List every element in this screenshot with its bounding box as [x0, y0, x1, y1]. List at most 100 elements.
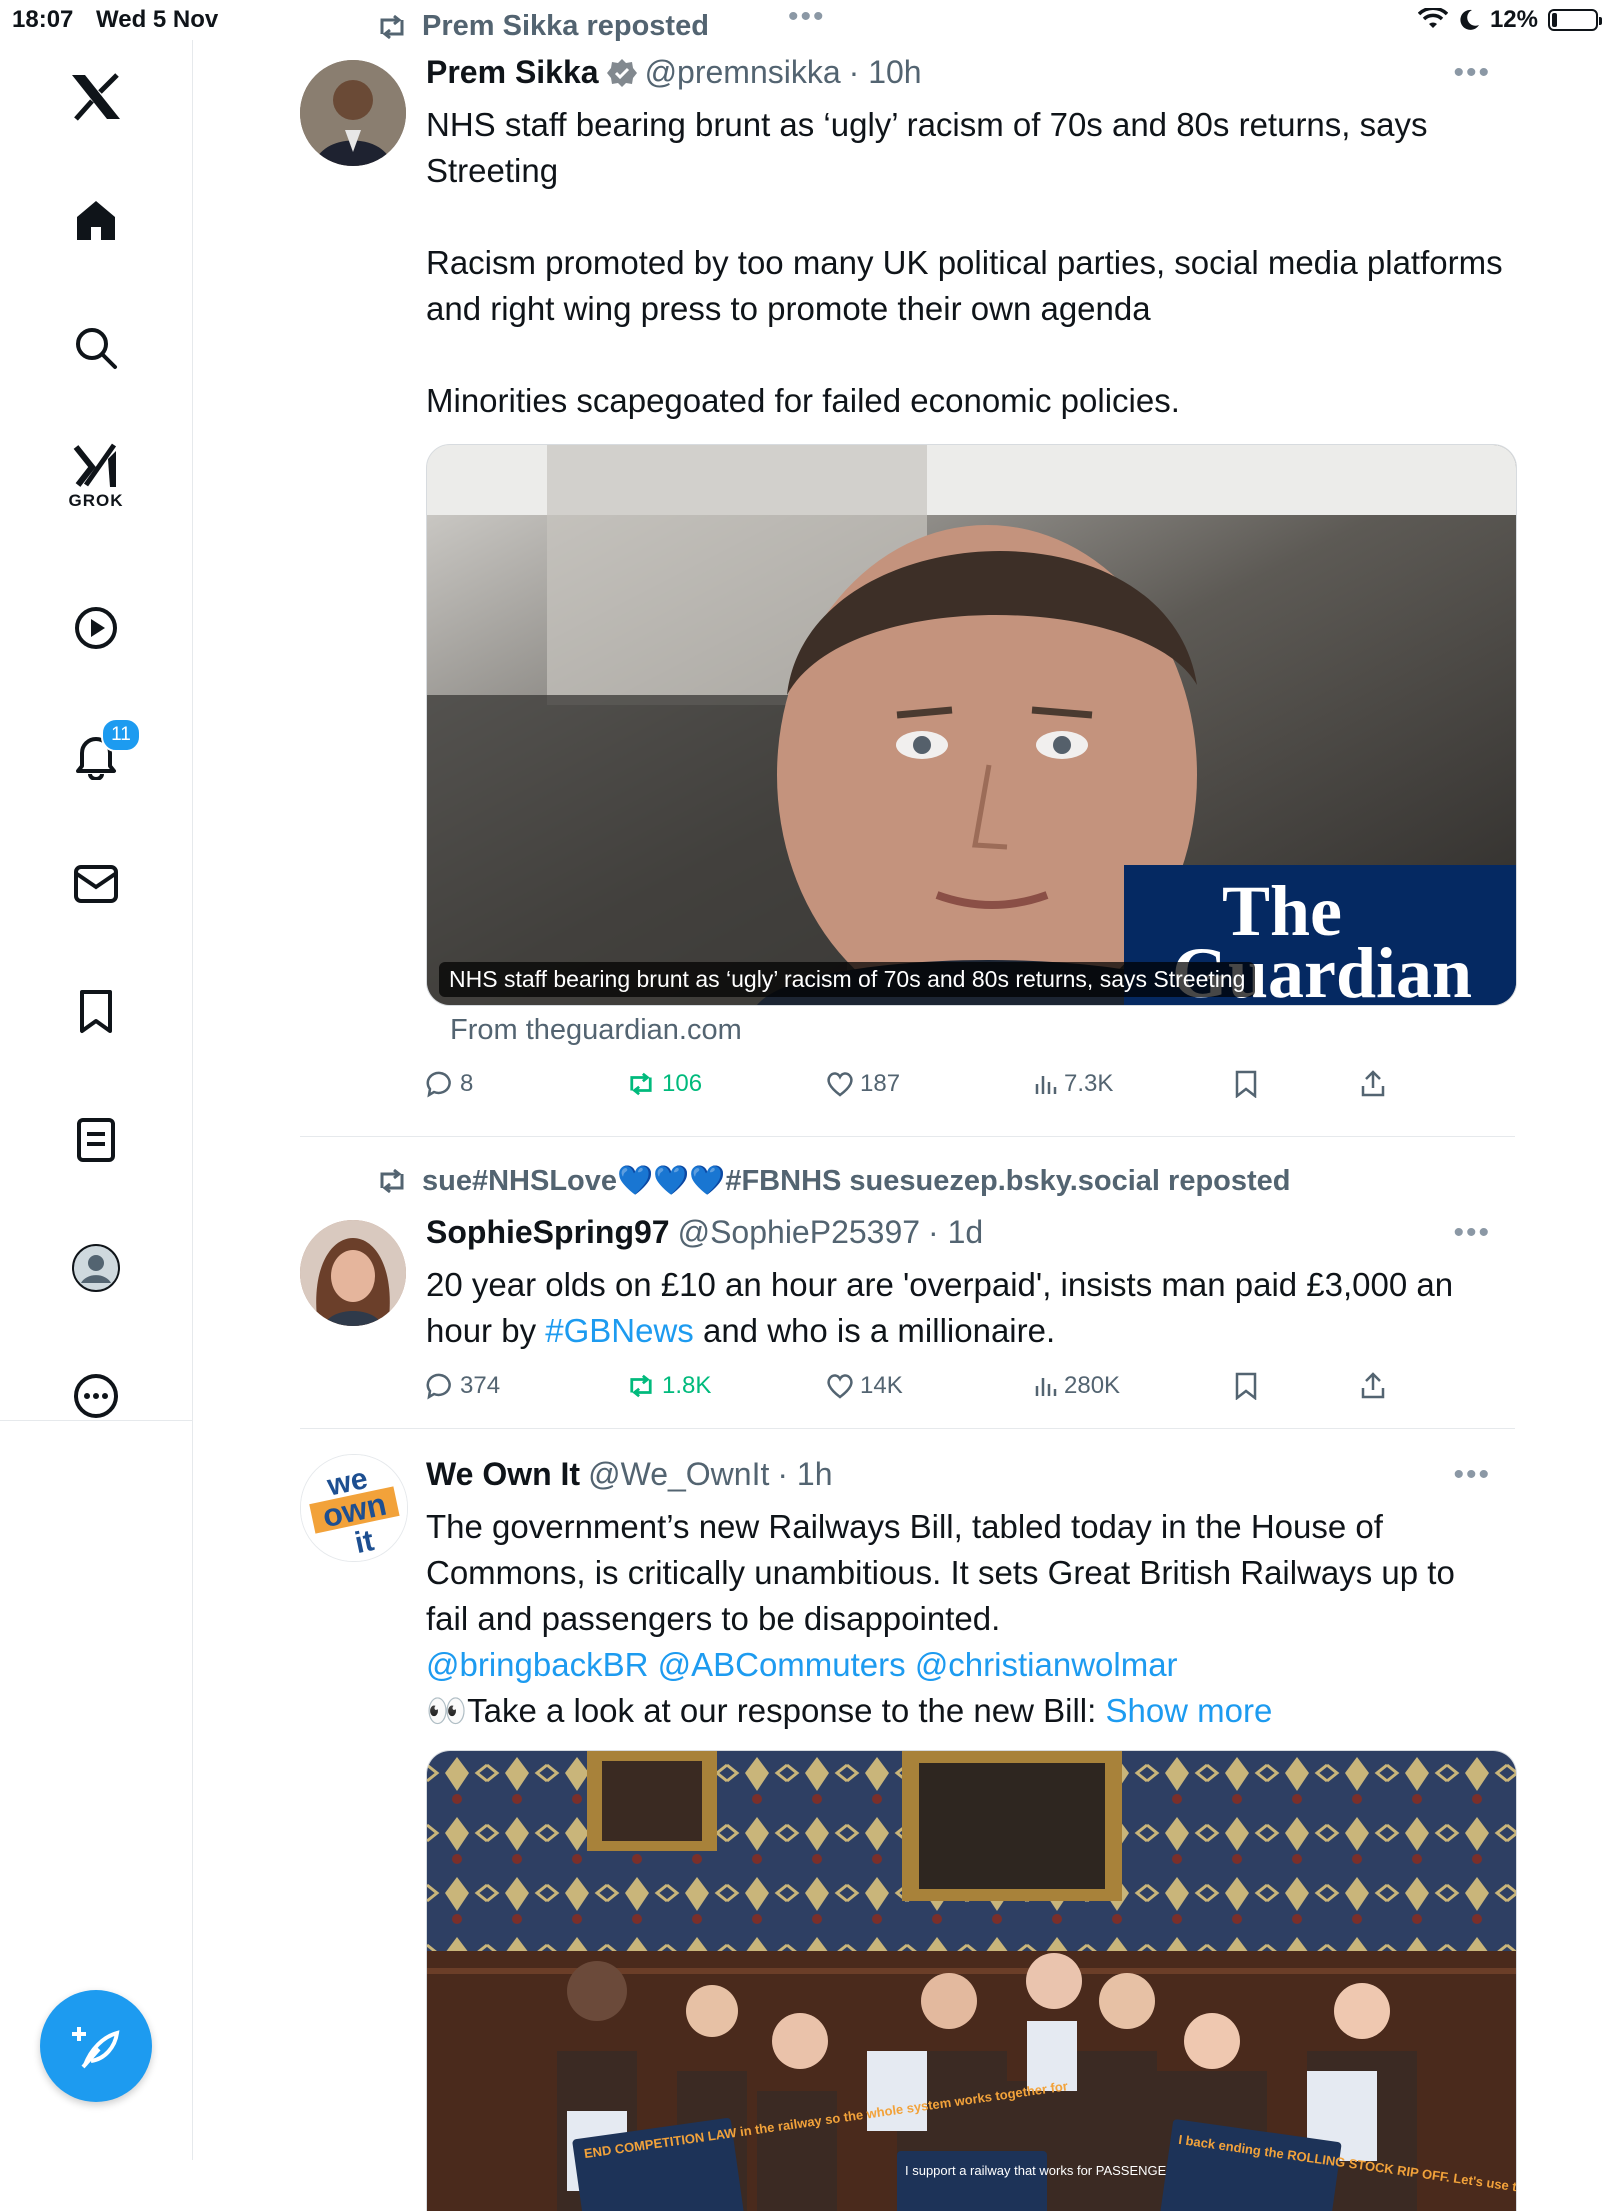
mail-icon — [74, 865, 118, 903]
display-name[interactable]: SophieSpring97 — [426, 1214, 670, 1251]
heart-icon — [827, 1374, 853, 1399]
more-options-icon[interactable]: ••• — [1453, 1216, 1491, 1250]
sidebar-divider — [0, 1420, 192, 1421]
heart-icon — [827, 1072, 853, 1097]
avatar-photo-icon — [300, 1220, 406, 1326]
reply-button[interactable]: 374 — [426, 1372, 500, 1400]
more-options-icon[interactable]: ••• — [1453, 56, 1491, 90]
views-icon — [1035, 1378, 1057, 1396]
tweet-text-part: and who is a millionaire. — [693, 1312, 1056, 1349]
compose-feather-icon — [72, 2027, 120, 2069]
tweet-text: NHS staff bearing brunt as ‘ugly’ racism… — [426, 102, 1506, 424]
tweet-header: We Own It @We_OwnIt · 1h — [426, 1456, 833, 1493]
search-icon — [76, 328, 117, 369]
article-photo: The Guardian — [427, 445, 1516, 1005]
more-options-icon[interactable]: ••• — [1453, 1458, 1491, 1492]
repost-count: 106 — [662, 1070, 703, 1097]
timestamp[interactable]: · 1h — [777, 1456, 832, 1493]
compose-button[interactable] — [40, 1990, 152, 2102]
tweet-text: The government’s new Railways Bill, tabl… — [426, 1504, 1506, 1734]
sidebar-item-more[interactable] — [0, 1356, 192, 1436]
avatar[interactable] — [300, 1220, 406, 1326]
repost-by: Prem Sikka reposted — [422, 10, 709, 42]
avatar[interactable] — [300, 60, 406, 166]
like-button[interactable]: 187 — [826, 1070, 900, 1098]
hashtag-link[interactable]: #GBNews — [545, 1312, 694, 1349]
sidebar-item-bookmarks[interactable] — [0, 972, 192, 1052]
repost-count: 1.8K — [662, 1372, 712, 1399]
repost-icon — [630, 1374, 652, 1398]
bookmark-button[interactable] — [1234, 1372, 1258, 1400]
sidebar-item-notifications[interactable]: 11 — [0, 716, 192, 796]
share-button[interactable] — [1360, 1070, 1386, 1098]
more-circle-icon — [74, 1374, 118, 1418]
sidebar-item-lists[interactable] — [0, 1100, 192, 1180]
avatar[interactable]: we own it — [300, 1454, 408, 1562]
views-button[interactable]: 280K — [1034, 1372, 1120, 1400]
views-button[interactable]: 7.3K — [1034, 1070, 1113, 1098]
bookmark-icon — [1235, 1070, 1257, 1098]
status-bar: 18:07 Wed 5 Nov ••• 12% — [0, 0, 1620, 40]
link-card-image[interactable]: The Guardian NHS staff bearing brunt as … — [426, 444, 1517, 1006]
show-more-link[interactable]: Show more — [1105, 1692, 1272, 1729]
grok-icon — [73, 443, 117, 487]
repost-icon — [630, 1072, 652, 1096]
play-icon — [75, 607, 117, 649]
share-icon — [1361, 1070, 1385, 1097]
sidebar-item-grok[interactable]: GROK — [0, 422, 192, 532]
mention-links[interactable]: @bringbackBR @ABCommuters @christianwolm… — [426, 1642, 1506, 1688]
card-caption: NHS staff bearing brunt as ‘ugly’ racism… — [439, 962, 1256, 997]
like-button[interactable]: 14K — [826, 1372, 903, 1400]
repost-icon — [380, 14, 404, 39]
handle[interactable]: @SophieP25397 — [678, 1214, 920, 1251]
sidebar-item-video[interactable] — [0, 588, 192, 668]
multitasking-dots-icon[interactable]: ••• — [788, 0, 826, 34]
share-button[interactable] — [1360, 1372, 1386, 1400]
we-own-it-logo: we own it — [301, 1455, 407, 1561]
sidebar-item-search[interactable] — [0, 308, 192, 388]
like-count: 187 — [860, 1070, 901, 1097]
sidebar-item-messages[interactable] — [0, 844, 192, 924]
repost-button[interactable]: 106 — [626, 1070, 702, 1098]
moon-icon — [1460, 9, 1479, 30]
repost-by: sue#NHSLove💙💙💙#FBNHS suesuezep.bsky.soci… — [422, 1165, 1291, 1197]
tweet-photo[interactable]: END COMPETITION LAW in the railway so th… — [426, 1750, 1517, 2211]
card-source[interactable]: From theguardian.com — [450, 1014, 742, 1047]
handle[interactable]: @premnsikka — [645, 54, 841, 91]
tweet-actions: 374 1.8K 14K 280K — [426, 1372, 1426, 1412]
sidebar-item-profile[interactable] — [0, 1228, 192, 1308]
sidebar: GROK 11 — [0, 40, 193, 2160]
bookmark-button[interactable] — [1234, 1070, 1258, 1098]
reply-icon — [426, 1071, 451, 1098]
tweet-paragraph: Racism promoted by too many UK political… — [426, 244, 1503, 327]
views-icon — [1035, 1076, 1057, 1094]
tweet-header: Prem Sikka @premnsikka · 10h — [426, 54, 922, 91]
status-right: 12% — [1417, 6, 1602, 34]
view-count: 280K — [1064, 1372, 1121, 1399]
tweet-paragraph: NHS staff bearing brunt as ‘ugly’ racism… — [426, 106, 1428, 189]
battery-icon — [1548, 9, 1602, 31]
repost-button[interactable]: 1.8K — [626, 1372, 711, 1400]
repost-icon — [380, 1168, 404, 1194]
display-name[interactable]: We Own It — [426, 1456, 580, 1493]
reply-count: 374 — [460, 1372, 501, 1399]
tweet-text-part: 👀Take a look at our response to the new … — [426, 1692, 1106, 1729]
timestamp[interactable]: · 10h — [849, 54, 922, 91]
share-icon — [1361, 1372, 1385, 1399]
tweet-text: 20 year olds on £10 an hour are 'overpai… — [426, 1262, 1506, 1354]
profile-icon — [72, 1244, 120, 1292]
sidebar-item-home[interactable] — [0, 180, 192, 260]
repost-indicator: sue#NHSLove💙💙💙#FBNHS suesuezep.bsky.soci… — [376, 1164, 1291, 1198]
grok-label: GROK — [68, 491, 124, 510]
tweet-divider — [300, 1428, 1515, 1429]
display-name[interactable]: Prem Sikka — [426, 54, 599, 91]
tweet-divider — [300, 1136, 1515, 1137]
sidebar-item-x-logo[interactable] — [0, 62, 192, 132]
timestamp[interactable]: · 1d — [928, 1214, 983, 1251]
avatar-photo-icon — [300, 60, 406, 166]
repost-indicator: Prem Sikka reposted — [376, 10, 709, 43]
reply-button[interactable]: 8 — [426, 1070, 473, 1098]
status-date: Wed 5 Nov — [96, 6, 219, 33]
handle[interactable]: @We_OwnIt — [588, 1456, 769, 1493]
like-count: 14K — [860, 1372, 903, 1399]
